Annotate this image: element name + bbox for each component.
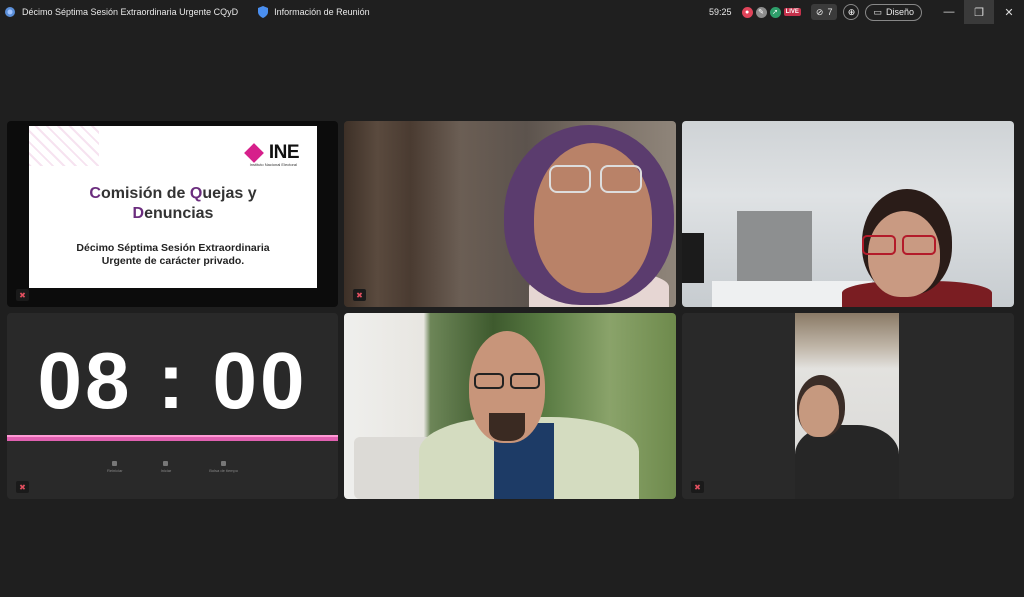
- share-icon[interactable]: ➚: [769, 6, 781, 18]
- shield-icon: [258, 6, 269, 18]
- time-bank-control[interactable]: Bolsa de tiempo: [209, 461, 238, 473]
- participant-video: [682, 121, 1014, 307]
- countdown-clock: 08 : 00: [37, 336, 308, 425]
- participant-video: [795, 313, 899, 499]
- countdown-bar: [7, 435, 338, 441]
- ine-logo: INE: [243, 142, 300, 164]
- play-icon: [163, 461, 169, 466]
- timer-controls: Reiniciar Iniciar Bolsa de tiempo: [7, 461, 338, 473]
- video-tile-participant-6[interactable]: ✖: [682, 313, 1014, 499]
- slide-title: Comisión de Quejas y Denuncias: [89, 185, 257, 222]
- elapsed-timer: 59:25: [709, 7, 732, 17]
- teams-icon: [5, 7, 15, 17]
- design-label: Diseño: [885, 7, 914, 17]
- presentation-slide: INE Instituto Nacional Electoral Comisió…: [29, 126, 317, 288]
- minimize-button[interactable]: —: [934, 0, 964, 24]
- video-tile-participant-5[interactable]: [344, 313, 676, 499]
- video-tile-participant-2[interactable]: ✖: [344, 121, 676, 307]
- live-badge: LIVE: [783, 8, 801, 16]
- restore-button[interactable]: ❐: [964, 0, 994, 24]
- eye-off-icon: ⊘: [815, 6, 824, 17]
- layout-icon: ▭: [873, 6, 882, 17]
- time-bank-icon: [221, 461, 227, 466]
- slide-subtitle: Décimo Séptima Sesión Extraordinaria Urg…: [76, 242, 270, 267]
- restart-control[interactable]: Reiniciar: [107, 461, 123, 473]
- video-tile-participant-3[interactable]: [682, 121, 1014, 307]
- mic-muted-icon: ✖: [16, 289, 29, 301]
- ine-logo-subtitle: Instituto Nacional Electoral: [249, 162, 297, 167]
- participants-count: 7: [827, 7, 833, 17]
- design-button[interactable]: ▭ Diseño: [865, 3, 922, 21]
- slide-pattern: [29, 126, 99, 166]
- zoom-icon[interactable]: ⊕: [843, 4, 860, 20]
- title-bar: Décimo Séptima Sesión Extraordinaria Urg…: [0, 0, 1024, 24]
- mic-muted-icon: ✖: [16, 481, 29, 493]
- video-tile-presentation[interactable]: INE Instituto Nacional Electoral Comisió…: [7, 121, 338, 307]
- video-tile-timer[interactable]: 08 : 00 Reiniciar Iniciar Bolsa de tiemp…: [7, 313, 338, 499]
- meeting-title: Décimo Séptima Sesión Extraordinaria Urg…: [22, 7, 239, 17]
- restart-icon: [112, 461, 118, 466]
- mic-muted-icon: ✖: [353, 289, 366, 301]
- pen-icon[interactable]: ✎: [755, 6, 767, 18]
- record-icon[interactable]: ●: [741, 6, 753, 18]
- close-button[interactable]: ✕: [994, 0, 1024, 24]
- start-control[interactable]: Iniciar: [161, 461, 171, 473]
- meeting-info-link[interactable]: Información de Reunión: [274, 7, 370, 17]
- mic-muted-icon: ✖: [691, 481, 704, 493]
- participants-button[interactable]: ⊘ 7: [810, 4, 838, 20]
